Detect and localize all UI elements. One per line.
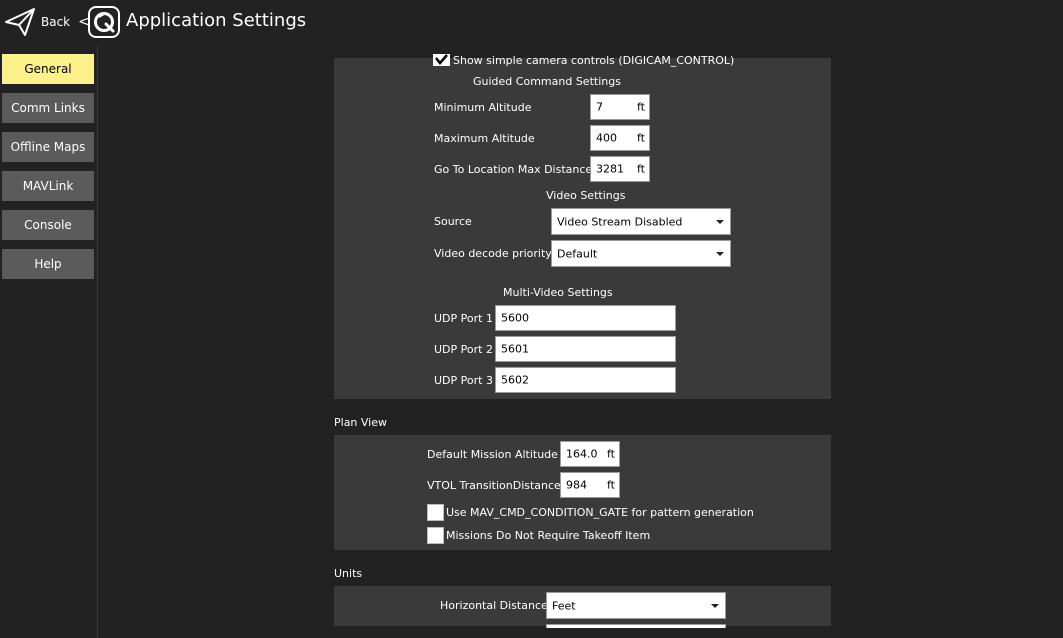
- video-settings-title: Video Settings: [546, 189, 626, 202]
- unit-label: ft: [607, 447, 615, 461]
- plan-view-section-title: Plan View: [334, 416, 388, 429]
- max-altitude-value: 400: [596, 131, 617, 145]
- units-section-title: Units: [334, 567, 363, 580]
- video-source-value: Video Stream Disabled: [557, 215, 683, 228]
- min-altitude-value: 7: [596, 100, 603, 114]
- max-altitude-label: Maximum Altitude: [434, 132, 535, 145]
- default-mission-altitude-label: Default Mission Altitude: [427, 448, 558, 461]
- sidebar-item-general[interactable]: General: [2, 54, 94, 84]
- paper-plane-icon: [5, 8, 35, 36]
- goto-distance-value: 3281: [596, 162, 624, 176]
- header: Back < Application Settings: [0, 0, 1063, 46]
- video-decode-value: Default: [557, 247, 598, 260]
- chevron-down-icon: [716, 219, 724, 224]
- general-settings-panel: Show simple camera controls (DIGICAM_CON…: [334, 54, 831, 399]
- multi-video-title: Multi-Video Settings: [503, 286, 613, 299]
- units-panel: Horizontal Distance Feet: [334, 586, 831, 626]
- chevron-down-icon: [716, 251, 724, 256]
- unit-label: ft: [637, 100, 645, 114]
- udp-port-2-value: 5601: [501, 342, 529, 356]
- default-mission-altitude-value: 164.0: [566, 447, 598, 461]
- udp-port-3-value: 5602: [501, 373, 529, 387]
- takeoff-item-label: Missions Do Not Require Takeoff Item: [446, 529, 651, 542]
- condition-gate-label: Use MAV_CMD_CONDITION_GATE for pattern g…: [446, 506, 754, 519]
- udp-port-2-label: UDP Port 2: [434, 343, 493, 356]
- unit-label: ft: [637, 162, 645, 176]
- max-altitude-field[interactable]: 400 ft: [590, 125, 650, 151]
- min-altitude-field[interactable]: 7 ft: [590, 94, 650, 120]
- page-title: Application Settings: [126, 10, 307, 31]
- checkmark-icon: [435, 54, 448, 65]
- video-decode-label: Video decode priority: [434, 247, 552, 260]
- simple-camera-checkbox[interactable]: [433, 54, 450, 66]
- unit-label: ft: [607, 478, 615, 492]
- back-button[interactable]: Back <: [4, 5, 90, 39]
- horizontal-distance-value: Feet: [552, 599, 576, 612]
- sidebar-item-console[interactable]: Console: [2, 210, 94, 240]
- sidebar-item-mavlink[interactable]: MAVLink: [2, 171, 94, 201]
- udp-port-1-field[interactable]: 5600: [495, 305, 676, 331]
- vtol-transition-value: 984: [566, 478, 587, 492]
- video-source-dropdown[interactable]: Video Stream Disabled: [551, 208, 731, 235]
- plan-view-panel: Default Mission Altitude 164.0 ft VTOL T…: [334, 435, 831, 550]
- video-decode-dropdown[interactable]: Default: [551, 240, 731, 267]
- sidebar-item-comm-links[interactable]: Comm Links: [2, 93, 94, 123]
- horizontal-distance-label: Horizontal Distance: [440, 599, 548, 612]
- unit-label: ft: [637, 131, 645, 145]
- takeoff-item-checkbox[interactable]: [427, 527, 444, 544]
- min-altitude-label: Minimum Altitude: [434, 101, 532, 114]
- sidebar-item-help[interactable]: Help: [2, 249, 94, 279]
- horizontal-distance-dropdown[interactable]: Feet: [546, 592, 726, 619]
- goto-distance-label: Go To Location Max Distance: [434, 163, 593, 176]
- udp-port-3-field[interactable]: 5602: [495, 367, 676, 393]
- udp-port-1-label: UDP Port 1: [434, 312, 493, 325]
- udp-port-3-label: UDP Port 3: [434, 374, 493, 387]
- simple-camera-label: Show simple camera controls (DIGICAM_CON…: [453, 54, 735, 67]
- qgc-logo-icon: [88, 6, 120, 38]
- sidebar: General Comm Links Offline Maps MAVLink …: [0, 46, 98, 638]
- video-source-label: Source: [434, 215, 472, 228]
- udp-port-1-value: 5600: [501, 311, 529, 325]
- udp-port-2-field[interactable]: 5601: [495, 336, 676, 362]
- chevron-down-icon: [711, 603, 719, 608]
- vtol-transition-label: VTOL TransitionDistance: [427, 479, 561, 492]
- vtol-transition-field[interactable]: 984 ft: [560, 472, 620, 498]
- condition-gate-checkbox[interactable]: [427, 504, 444, 521]
- back-label: Back: [41, 15, 71, 29]
- goto-distance-field[interactable]: 3281 ft: [590, 156, 650, 182]
- default-mission-altitude-field[interactable]: 164.0 ft: [560, 441, 620, 467]
- guided-settings-title: Guided Command Settings: [473, 75, 621, 88]
- next-dropdown-edge: [546, 624, 726, 628]
- sidebar-item-offline-maps[interactable]: Offline Maps: [2, 132, 94, 162]
